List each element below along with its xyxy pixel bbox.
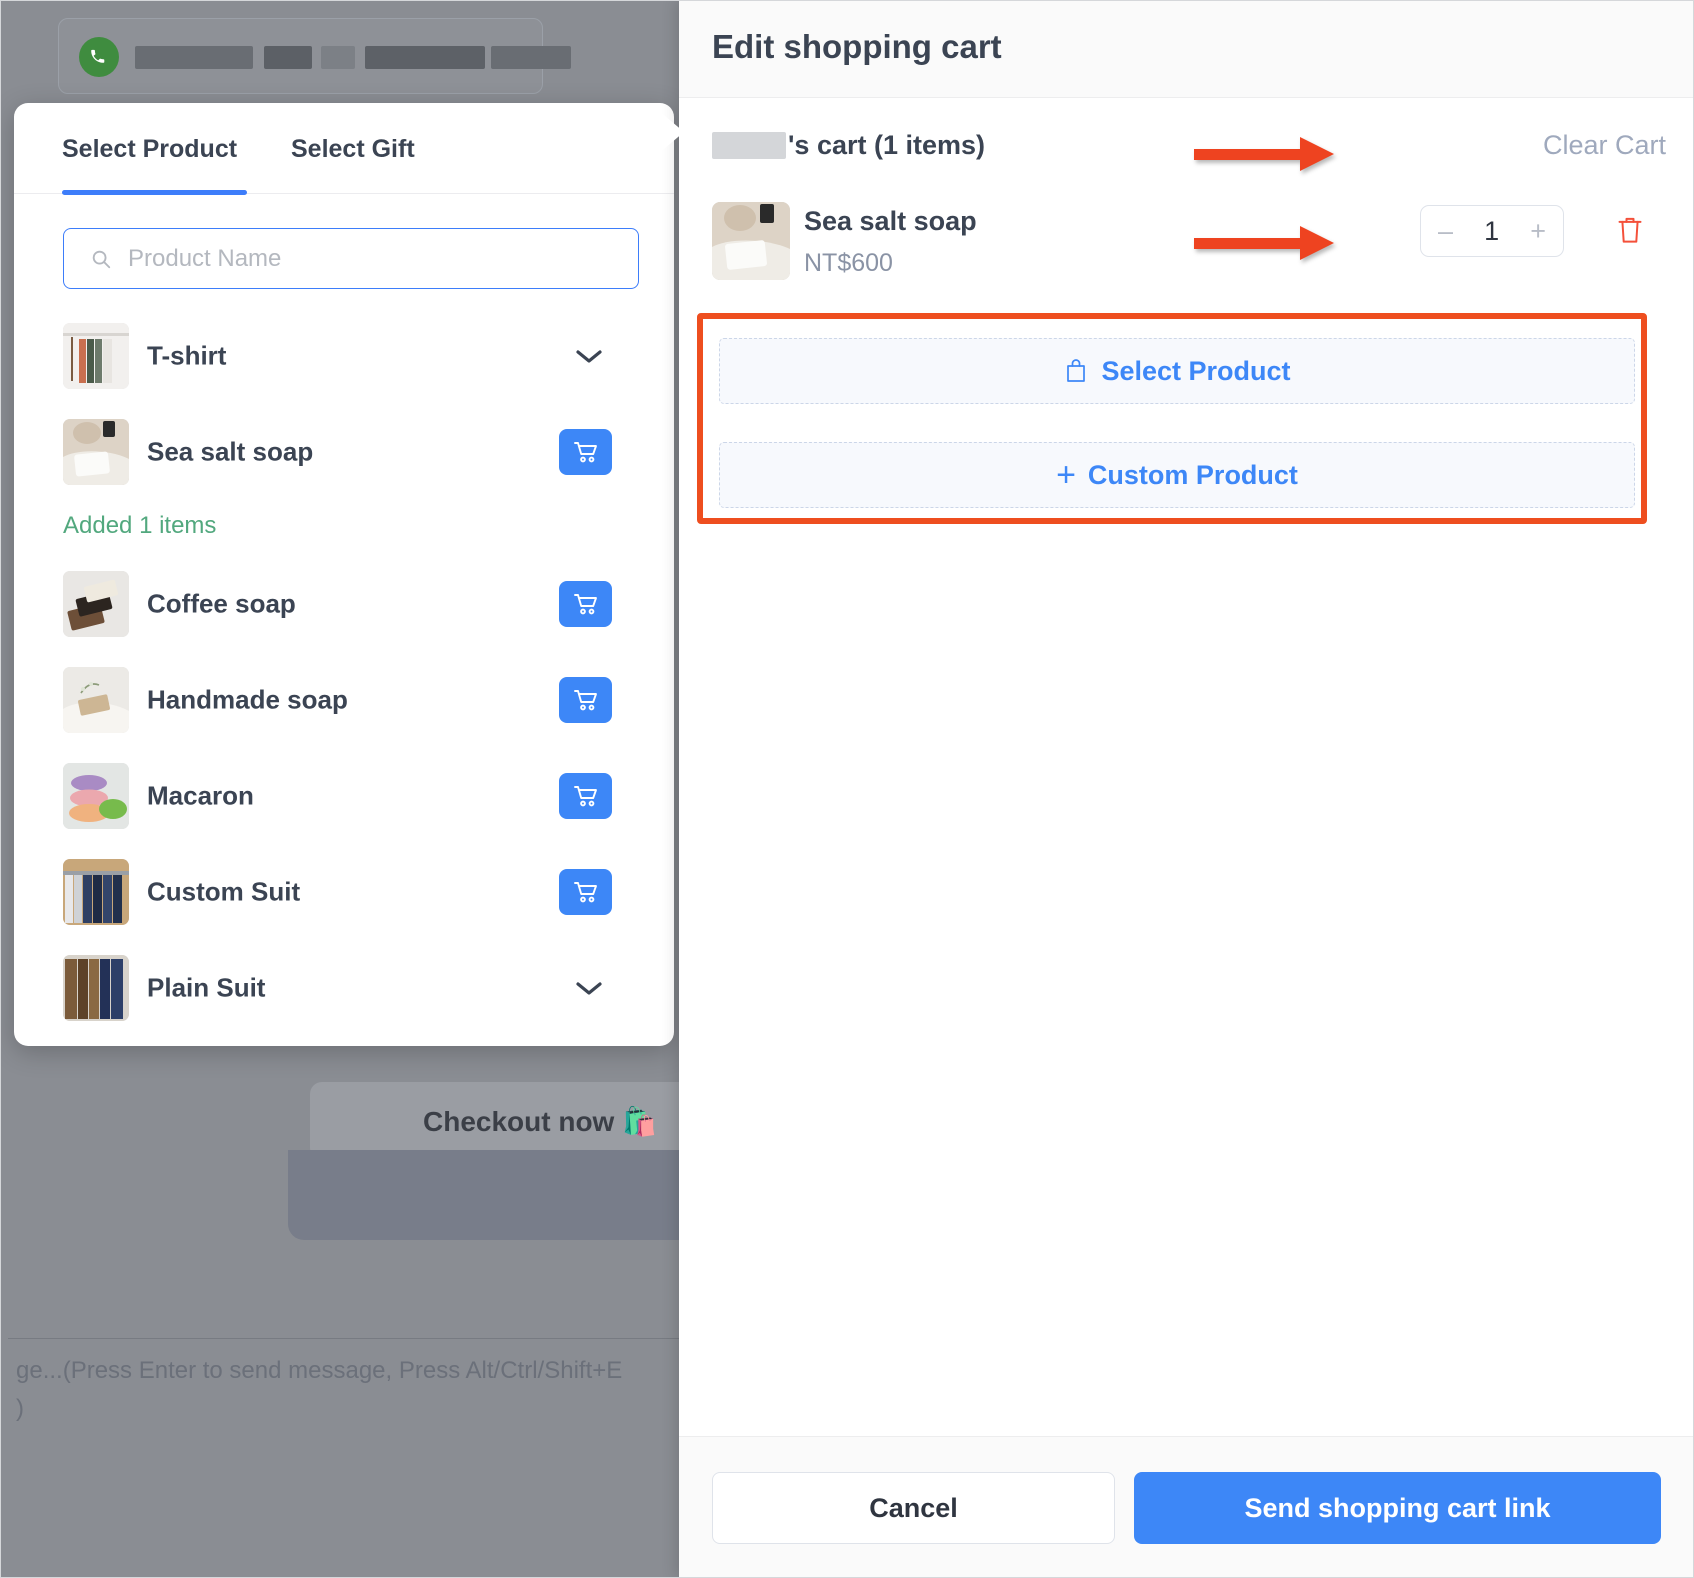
redacted-contact-block	[264, 46, 312, 69]
tab-select-product[interactable]: Select Product	[62, 135, 237, 164]
product-thumbnail	[63, 955, 129, 1021]
checkout-now-label: Checkout now 🛍️	[423, 1105, 657, 1137]
product-thumbnail	[63, 667, 129, 733]
page-title: Edit shopping cart	[712, 28, 1002, 65]
list-item[interactable]: Custom Suit	[14, 844, 674, 940]
chat-card-body	[288, 1150, 693, 1240]
drawer-footer: Cancel Send shopping cart link	[679, 1436, 1694, 1578]
composer-placeholder-line-2: )	[16, 1395, 24, 1422]
product-picker-panel: Select Product Select Gift Product Name …	[14, 103, 674, 1046]
drawer-header: Edit shopping cart	[679, 0, 1694, 98]
add-to-cart-button[interactable]	[559, 773, 612, 819]
shopping-bag-icon	[1063, 357, 1089, 385]
cancel-button[interactable]: Cancel	[712, 1472, 1115, 1544]
list-item[interactable]: Handmade soap	[14, 652, 674, 748]
select-product-button[interactable]: Select Product	[719, 338, 1635, 404]
quantity-increment-button[interactable]: +	[1530, 216, 1546, 247]
product-list[interactable]: T-shirt Sea salt soap Added 1 items Coff…	[14, 308, 674, 1046]
select-product-label: Select Product	[1101, 355, 1291, 386]
message-composer[interactable]: ge...(Press Enter to send message, Press…	[16, 1352, 693, 1428]
product-name: Sea salt soap	[147, 436, 314, 467]
trash-icon[interactable]	[1611, 211, 1649, 249]
quantity-stepper[interactable]: – 1 +	[1420, 205, 1564, 257]
redacted-contact-block	[321, 46, 355, 69]
redacted-contact-name-block	[135, 46, 253, 69]
chevron-down-icon[interactable]	[574, 979, 604, 997]
chevron-down-icon[interactable]	[574, 347, 604, 365]
product-thumbnail	[63, 763, 129, 829]
product-search-input[interactable]	[128, 244, 608, 273]
composer-placeholder-line-1: ge...(Press Enter to send message, Press…	[16, 1357, 623, 1384]
cart-item-name: Sea salt soap	[804, 206, 977, 236]
product-name: Custom Suit	[147, 876, 301, 907]
custom-product-button[interactable]: + Custom Product	[719, 442, 1635, 508]
product-name: Macaron	[147, 780, 254, 811]
product-name: Coffee soap	[147, 588, 296, 619]
cart-item-price: NT$600	[804, 249, 893, 277]
list-item[interactable]: Macaron	[14, 748, 674, 844]
list-item[interactable]: Plain Suit	[14, 940, 674, 1036]
add-to-cart-button[interactable]	[559, 581, 612, 627]
whatsapp-phone-icon	[79, 37, 119, 77]
redacted-contact-block	[491, 46, 571, 69]
product-search	[63, 228, 639, 289]
quantity-value: 1	[1484, 215, 1500, 246]
clear-cart-button[interactable]: Clear Cart	[1543, 130, 1666, 161]
added-items-note: Added 1 items	[63, 512, 217, 539]
cart-line-item: Sea salt soap NT$600 – 1 +	[679, 192, 1694, 302]
list-item[interactable]: Coffee soap	[14, 556, 674, 652]
product-name: Handmade soap	[147, 684, 348, 715]
product-name: Plain Suit	[147, 972, 266, 1003]
redacted-contact-block	[365, 46, 485, 69]
product-picker-tabs: Select Product Select Gift	[14, 103, 674, 195]
product-thumbnail	[63, 859, 129, 925]
contact-header-bar	[58, 18, 571, 94]
cart-item-thumbnail	[712, 202, 790, 280]
custom-product-label: Custom Product	[1087, 459, 1298, 490]
redacted-owner-name	[712, 132, 786, 159]
tab-select-gift[interactable]: Select Gift	[291, 135, 415, 164]
composer-divider	[8, 1338, 693, 1339]
send-shopping-cart-link-button[interactable]: Send shopping cart link	[1134, 1472, 1661, 1544]
add-product-actions-highlight: Select Product + Custom Product	[697, 313, 1647, 524]
list-item[interactable]	[14, 1036, 674, 1046]
edit-shopping-cart-drawer: Edit shopping cart 's cart (1 items) Cle…	[679, 0, 1694, 1578]
product-thumbnail	[63, 419, 129, 485]
plus-icon: +	[1056, 456, 1076, 494]
active-tab-indicator	[62, 190, 247, 195]
cart-owner-label: 's cart (1 items)	[712, 130, 985, 161]
search-icon	[90, 248, 112, 270]
list-item[interactable]: T-shirt	[14, 308, 674, 404]
product-thumbnail	[63, 571, 129, 637]
add-to-cart-button[interactable]	[559, 429, 612, 475]
cart-owner-text: 's cart (1 items)	[788, 130, 986, 160]
add-to-cart-button[interactable]	[559, 677, 612, 723]
add-to-cart-button[interactable]	[559, 869, 612, 915]
app-root: Checkout now 🛍️ ge...(Press Enter to sen…	[0, 0, 1694, 1578]
product-thumbnail	[63, 323, 129, 389]
product-name: T-shirt	[147, 340, 227, 371]
cart-summary-row: 's cart (1 items) Clear Cart	[679, 98, 1694, 194]
quantity-decrement-button[interactable]: –	[1438, 216, 1453, 247]
list-item[interactable]: Sea salt soap Added 1 items	[14, 404, 674, 556]
product-search-box[interactable]	[63, 228, 639, 289]
